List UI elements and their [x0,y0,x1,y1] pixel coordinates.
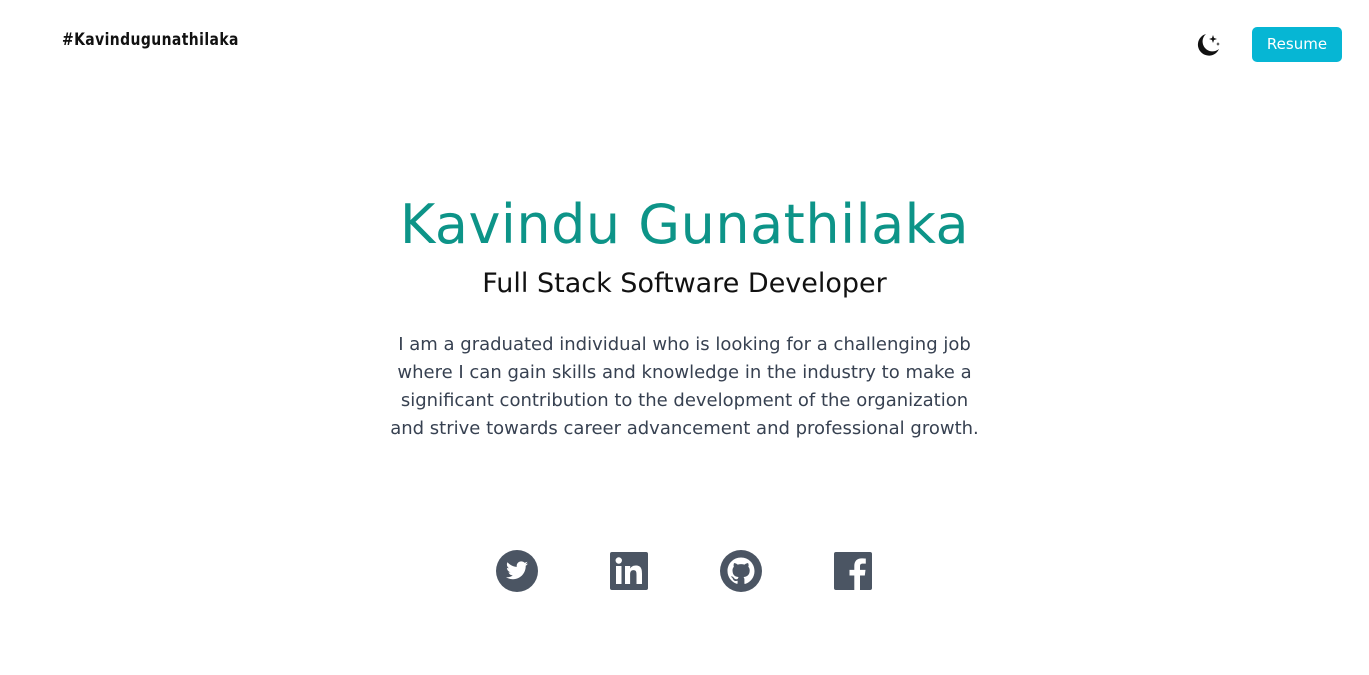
moon-stars-icon [1197,34,1220,56]
github-icon [719,549,762,592]
twitter-link[interactable] [461,548,573,593]
twitter-icon [495,549,538,592]
facebook-icon [833,551,872,590]
hero-section: Kavindu Gunathilaka Full Stack Software … [0,188,1369,443]
hero-description: I am a graduated individual who is looki… [390,334,979,439]
hero-name: Kavindu Gunathilaka [399,193,970,256]
linkedin-icon [609,551,648,590]
hero-role: Full Stack Software Developer [482,268,887,299]
page: #Kavindugunathilaka Resume Kavindu Gunat… [0,0,1369,675]
brand-logo[interactable]: #Kavindugunathilaka [62,30,239,50]
linkedin-link[interactable] [573,548,685,593]
social-links [0,548,1369,593]
theme-toggle-button[interactable] [1193,30,1223,60]
github-link[interactable] [685,548,797,593]
facebook-link[interactable] [797,548,909,593]
resume-button[interactable]: Resume [1252,27,1342,62]
